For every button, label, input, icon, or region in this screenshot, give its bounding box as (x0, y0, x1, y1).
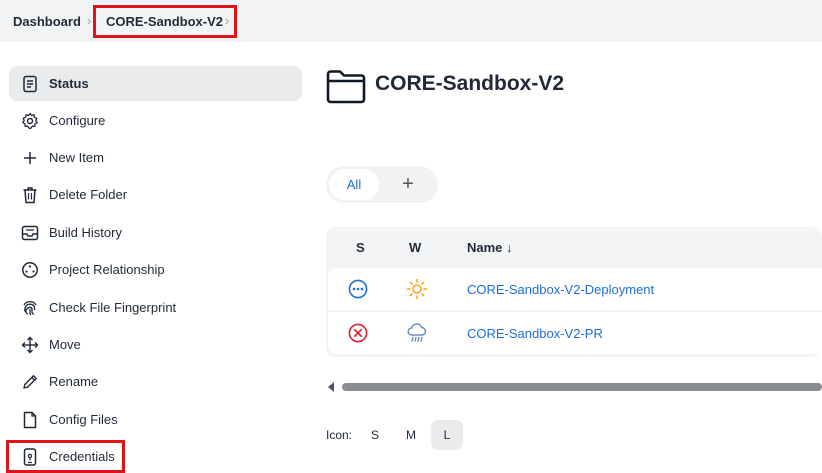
sidebar-item-label: Rename (49, 374, 99, 389)
sidebar-item-label: Build History (49, 225, 122, 240)
sidebar-item-label: Config Files (49, 412, 118, 427)
sidebar-item-check-file-fingerprint[interactable]: Check File Fingerprint (9, 290, 302, 325)
sidebar-item-label: Move (49, 337, 81, 352)
jobs-table: S W Name ↓ CORE-Sandbox-V2-Deployment CO… (326, 227, 822, 357)
highlight-box-breadcrumb (93, 5, 237, 38)
sidebar-item-rename[interactable]: Rename (9, 364, 302, 399)
gear-icon (20, 111, 39, 130)
file-icon (20, 410, 39, 429)
sidebar-item-delete-folder[interactable]: Delete Folder (9, 177, 302, 212)
sidebar-item-label: Delete Folder (49, 187, 128, 202)
table-row: CORE-Sandbox-V2-PR (328, 312, 822, 354)
folder-icon (326, 70, 366, 104)
trash-icon (20, 185, 39, 204)
sidebar-item-build-history[interactable]: Build History (9, 215, 302, 250)
sidebar-item-label: Check File Fingerprint (49, 300, 177, 315)
sidebar-item-status[interactable]: Status (9, 66, 302, 101)
sidebar-item-label: New Item (49, 150, 104, 165)
plus-icon (20, 148, 39, 167)
sidebar-item-move[interactable]: Move (9, 327, 302, 362)
sidebar-item-new-item[interactable]: New Item (9, 140, 302, 175)
add-view-button[interactable]: + (396, 171, 420, 197)
sidebar-item-label: Status (49, 76, 89, 91)
icon-size-m-button[interactable]: M (395, 420, 427, 450)
sidebar-item-label: Project Relationship (49, 262, 165, 277)
fingerprint-icon (20, 298, 39, 317)
column-header-name[interactable]: Name ↓ (467, 240, 513, 255)
breadcrumb-dashboard[interactable]: Dashboard (13, 14, 81, 29)
icon-size-l-button[interactable]: L (431, 420, 463, 450)
error-x-icon (348, 323, 368, 343)
scrollbar-thumb[interactable] (342, 383, 822, 391)
sidebar-item-project-relationship[interactable]: Project Relationship (9, 252, 302, 287)
rain-cloud-icon (406, 322, 428, 344)
column-header-weather: W (409, 240, 422, 255)
view-tabs: All + (326, 166, 438, 203)
sidebar-item-label: Configure (49, 113, 106, 128)
job-link-pr[interactable]: CORE-Sandbox-V2-PR (467, 326, 603, 341)
pencil-icon (20, 372, 39, 391)
page-title: CORE-Sandbox-V2 (375, 72, 565, 95)
sidebar-item-configure[interactable]: Configure (9, 103, 302, 138)
document-icon (20, 74, 39, 93)
breadcrumb-separator: › (87, 13, 92, 28)
inbox-icon (20, 223, 39, 242)
horizontal-scrollbar[interactable] (326, 380, 822, 394)
highlight-box-credentials (6, 440, 125, 473)
table-row: CORE-Sandbox-V2-Deployment (328, 268, 822, 310)
column-header-status: S (356, 240, 365, 255)
sunny-icon (406, 278, 428, 300)
ellipsis-circle-icon (348, 279, 368, 299)
sidebar-item-config-files[interactable]: Config Files (9, 402, 302, 437)
icon-size-label: Icon: (326, 428, 353, 442)
relationship-icon (20, 260, 39, 279)
tab-all[interactable]: All (329, 169, 379, 200)
job-link-deployment[interactable]: CORE-Sandbox-V2-Deployment (467, 282, 654, 297)
icon-size-s-button[interactable]: S (359, 420, 391, 450)
move-icon (20, 335, 39, 354)
scroll-left-arrow-icon[interactable] (328, 382, 334, 392)
